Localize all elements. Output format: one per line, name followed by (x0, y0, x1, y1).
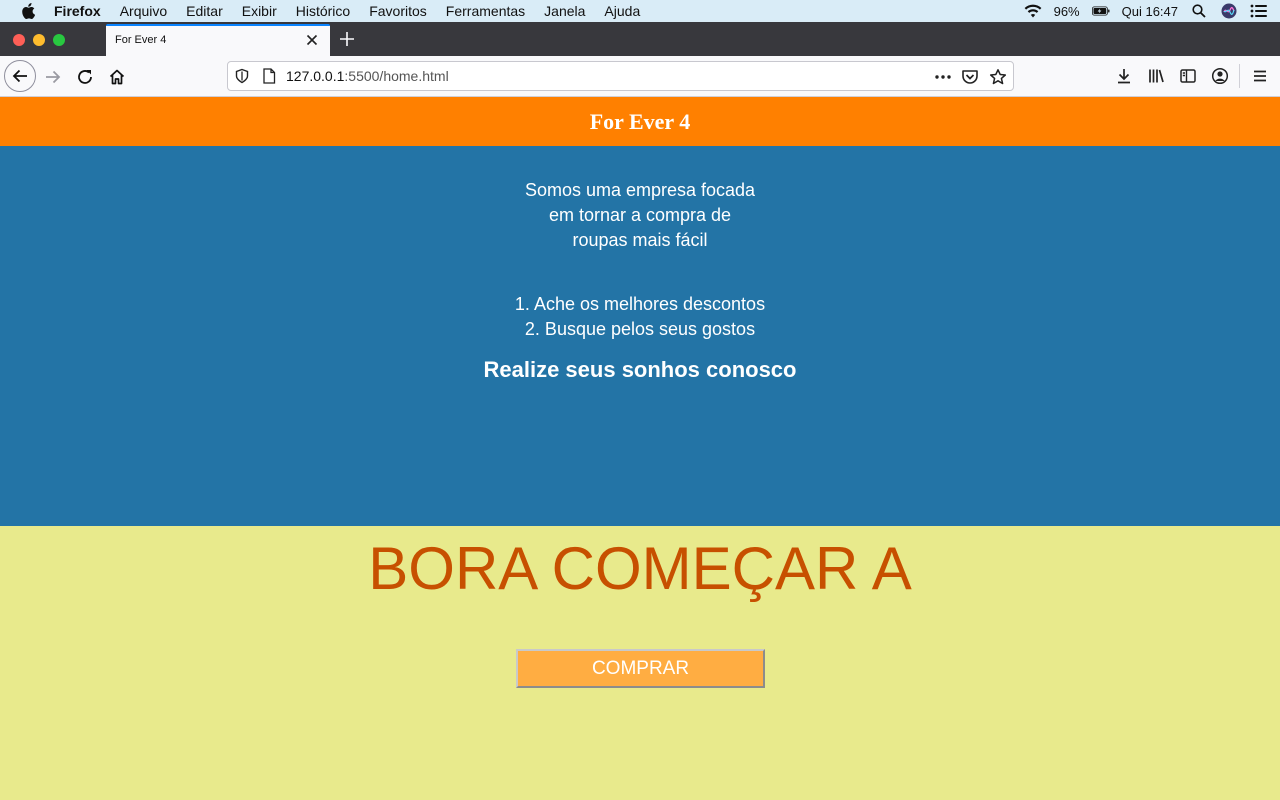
hero-section: Somos uma empresa focada em tornar a com… (0, 146, 1280, 526)
hamburger-menu-icon[interactable] (1250, 66, 1270, 86)
battery-percent: 96% (1053, 3, 1080, 19)
tab-title: For Ever 4 (115, 34, 167, 46)
menu-exibir[interactable]: Exibir (242, 3, 277, 19)
pocket-icon[interactable] (961, 68, 979, 86)
siri-icon[interactable] (1220, 3, 1238, 19)
list-item: 1. Ache os melhores descontos (514, 294, 766, 314)
slogan: Realize seus sonhos conosco (483, 357, 797, 382)
window-maximize-button[interactable] (53, 34, 65, 46)
apple-icon[interactable] (19, 2, 37, 20)
control-center-icon[interactable] (1250, 3, 1268, 19)
page-info-icon[interactable] (262, 68, 276, 84)
tab-close-icon[interactable] (304, 32, 320, 48)
toolbar-separator (1239, 64, 1240, 88)
bookmark-star-icon[interactable] (989, 68, 1007, 86)
window-close-button[interactable] (13, 34, 25, 46)
benefits-list: 1. Ache os melhores descontos 2. Busque … (0, 292, 1280, 342)
intro-line: Somos uma empresa focada (524, 180, 756, 200)
list-item: 2. Busque pelos seus gostos (524, 319, 756, 339)
cta-section: BORA COMEÇAR A COMPRAR (0, 526, 1280, 800)
intro-line: roupas mais fácil (572, 230, 708, 250)
site-header: For Ever 4 (0, 97, 1280, 146)
back-button-icon[interactable] (4, 60, 36, 92)
menu-ajuda[interactable]: Ajuda (604, 3, 640, 19)
wifi-icon[interactable] (1024, 3, 1042, 19)
forward-button-icon[interactable] (38, 62, 68, 92)
window-minimize-button[interactable] (33, 34, 45, 46)
sidebar-toggle-icon[interactable] (1178, 66, 1198, 86)
comprar-button[interactable]: COMPRAR (516, 649, 765, 688)
page-actions-menu-icon[interactable] (934, 68, 952, 86)
library-icon[interactable] (1146, 66, 1166, 86)
macos-menu-bar: Firefox Arquivo Editar Exibir Histórico … (0, 0, 1280, 22)
home-icon[interactable] (102, 62, 132, 92)
menu-favoritos[interactable]: Favoritos (369, 3, 427, 19)
menu-app-firefox[interactable]: Firefox (54, 3, 101, 19)
menu-historico[interactable]: Histórico (296, 3, 350, 19)
clock[interactable]: Qui 16:47 (1122, 4, 1178, 19)
site-title: For Ever 4 (589, 108, 691, 134)
tracking-protection-shield-icon[interactable] (234, 68, 250, 84)
tab-for-ever-4[interactable]: For Ever 4 (106, 24, 330, 56)
intro-text: Somos uma empresa focada em tornar a com… (0, 178, 1280, 253)
menu-arquivo[interactable]: Arquivo (120, 3, 167, 19)
url-path: :5500/home.html (344, 68, 449, 84)
intro-line: em tornar a compra de (548, 205, 732, 225)
address-bar[interactable]: 127.0.0.1:5500/home.html (227, 61, 1014, 91)
menu-editar[interactable]: Editar (186, 3, 223, 19)
url-text[interactable]: 127.0.0.1:5500/home.html (286, 68, 449, 84)
menu-ferramentas[interactable]: Ferramentas (446, 3, 525, 19)
url-host: 127.0.0.1 (286, 68, 345, 84)
browser-navigation-toolbar: 127.0.0.1:5500/home.html (0, 56, 1280, 97)
new-tab-icon[interactable] (338, 30, 356, 48)
cta-heading: BORA COMEÇAR A (368, 535, 912, 602)
reload-icon[interactable] (70, 62, 100, 92)
downloads-icon[interactable] (1114, 66, 1134, 86)
menubar-status-area: 96% Qui 16:47 (1024, 0, 1268, 22)
menu-janela[interactable]: Janela (544, 3, 585, 19)
spotlight-search-icon[interactable] (1190, 3, 1208, 19)
battery-icon[interactable] (1091, 3, 1110, 19)
account-icon[interactable] (1210, 66, 1230, 86)
browser-tab-strip: For Ever 4 (0, 22, 1280, 56)
